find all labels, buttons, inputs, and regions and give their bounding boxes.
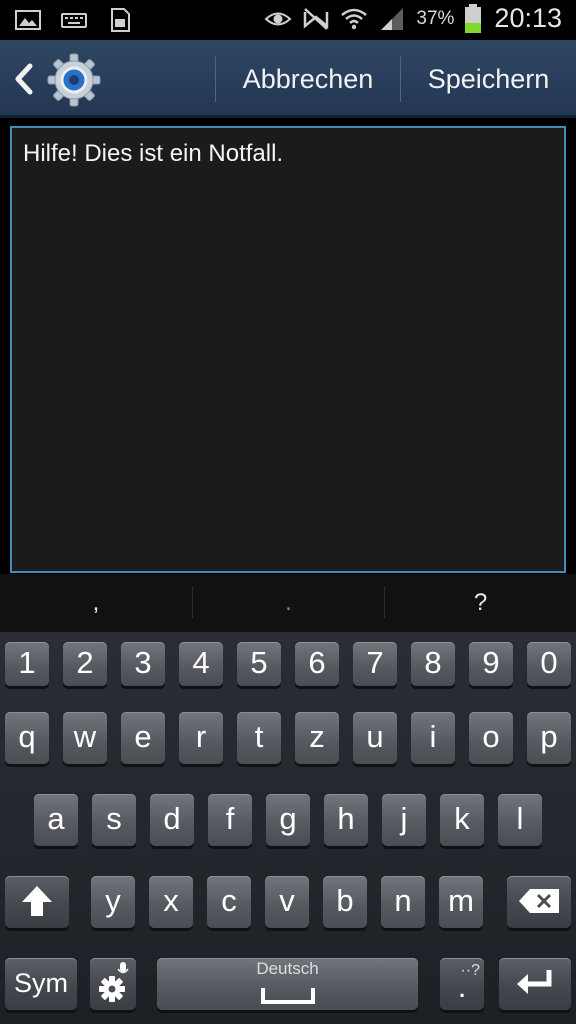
suggestion-comma[interactable]: , <box>0 574 192 632</box>
clock: 20:13 <box>494 3 562 33</box>
sym-key[interactable]: Sym <box>5 958 77 1010</box>
period-label: . <box>457 969 467 1004</box>
key-q[interactable]: q <box>5 712 49 764</box>
key-8[interactable]: 8 <box>411 642 455 686</box>
backspace-key[interactable] <box>507 876 571 928</box>
key-3[interactable]: 3 <box>121 642 165 686</box>
status-bar-right: 37% 20:13 <box>264 3 562 34</box>
key-y[interactable]: y <box>91 876 135 928</box>
key-1[interactable]: 1 <box>5 642 49 686</box>
cellular-signal-icon <box>381 7 404 30</box>
key-f[interactable]: f <box>208 794 252 846</box>
suggestion-period[interactable]: . <box>193 574 384 632</box>
key-v[interactable]: v <box>265 876 309 928</box>
suggestion-strip: , . ? <box>0 574 576 632</box>
key-p[interactable]: p <box>527 712 571 764</box>
key-s[interactable]: s <box>92 794 136 846</box>
settings-gear-icon[interactable] <box>46 52 102 108</box>
key-d[interactable]: d <box>150 794 194 846</box>
keyboard-settings-gear-icon <box>99 962 129 1002</box>
battery-percent: 37% <box>416 7 455 29</box>
key-6[interactable]: 6 <box>295 642 339 686</box>
key-z[interactable]: z <box>295 712 339 764</box>
message-text-field[interactable]: Hilfe! Dies ist ein Notfall. <box>10 126 566 573</box>
action-bar: Abbrechen Speichern <box>0 40 576 118</box>
battery-icon <box>465 3 482 33</box>
enter-key[interactable] <box>499 958 571 1010</box>
key-m[interactable]: m <box>439 876 483 928</box>
cancel-button[interactable]: Abbrechen <box>216 40 400 118</box>
sim-card-icon <box>111 8 130 32</box>
key-9[interactable]: 9 <box>469 642 513 686</box>
key-a[interactable]: a <box>34 794 78 846</box>
suggestion-question-mark[interactable]: ? <box>385 574 576 632</box>
keyboard: 1234567890 qwertzuiop asdfghjkl yxcvbnm … <box>0 632 576 1024</box>
key-g[interactable]: g <box>266 794 310 846</box>
key-7[interactable]: 7 <box>353 642 397 686</box>
key-j[interactable]: j <box>382 794 426 846</box>
key-i[interactable]: i <box>411 712 455 764</box>
settings-key[interactable] <box>90 958 136 1010</box>
key-k[interactable]: k <box>440 794 484 846</box>
eye-icon <box>264 12 292 25</box>
no-signal-icon <box>304 7 329 30</box>
status-bar: 37% 20:13 <box>0 0 576 40</box>
key-o[interactable]: o <box>469 712 513 764</box>
space-bar[interactable]: Deutsch <box>157 958 418 1010</box>
key-r[interactable]: r <box>179 712 223 764</box>
keyboard-icon <box>61 13 87 28</box>
shift-arrow-icon <box>22 886 52 916</box>
key-0[interactable]: 0 <box>527 642 571 686</box>
key-n[interactable]: n <box>381 876 425 928</box>
enter-icon <box>517 970 552 994</box>
key-x[interactable]: x <box>149 876 193 928</box>
status-bar-left <box>14 6 134 34</box>
key-c[interactable]: c <box>207 876 251 928</box>
key-u[interactable]: u <box>353 712 397 764</box>
period-key[interactable]: ··? . <box>440 958 484 1010</box>
message-text: Hilfe! Dies ist ein Notfall. <box>23 140 284 167</box>
key-4[interactable]: 4 <box>179 642 223 686</box>
space-icon <box>261 988 315 1004</box>
save-button[interactable]: Speichern <box>401 40 576 118</box>
key-l[interactable]: l <box>498 794 542 846</box>
wifi-icon <box>341 8 368 29</box>
key-5[interactable]: 5 <box>237 642 281 686</box>
key-t[interactable]: t <box>237 712 281 764</box>
key-b[interactable]: b <box>323 876 367 928</box>
space-language-label: Deutsch <box>256 959 319 978</box>
key-2[interactable]: 2 <box>63 642 107 686</box>
key-e[interactable]: e <box>121 712 165 764</box>
shift-key[interactable] <box>5 876 69 928</box>
image-icon <box>15 10 41 30</box>
key-h[interactable]: h <box>324 794 368 846</box>
key-w[interactable]: w <box>63 712 107 764</box>
backspace-icon <box>519 889 559 913</box>
back-arrow-icon[interactable] <box>10 62 38 96</box>
